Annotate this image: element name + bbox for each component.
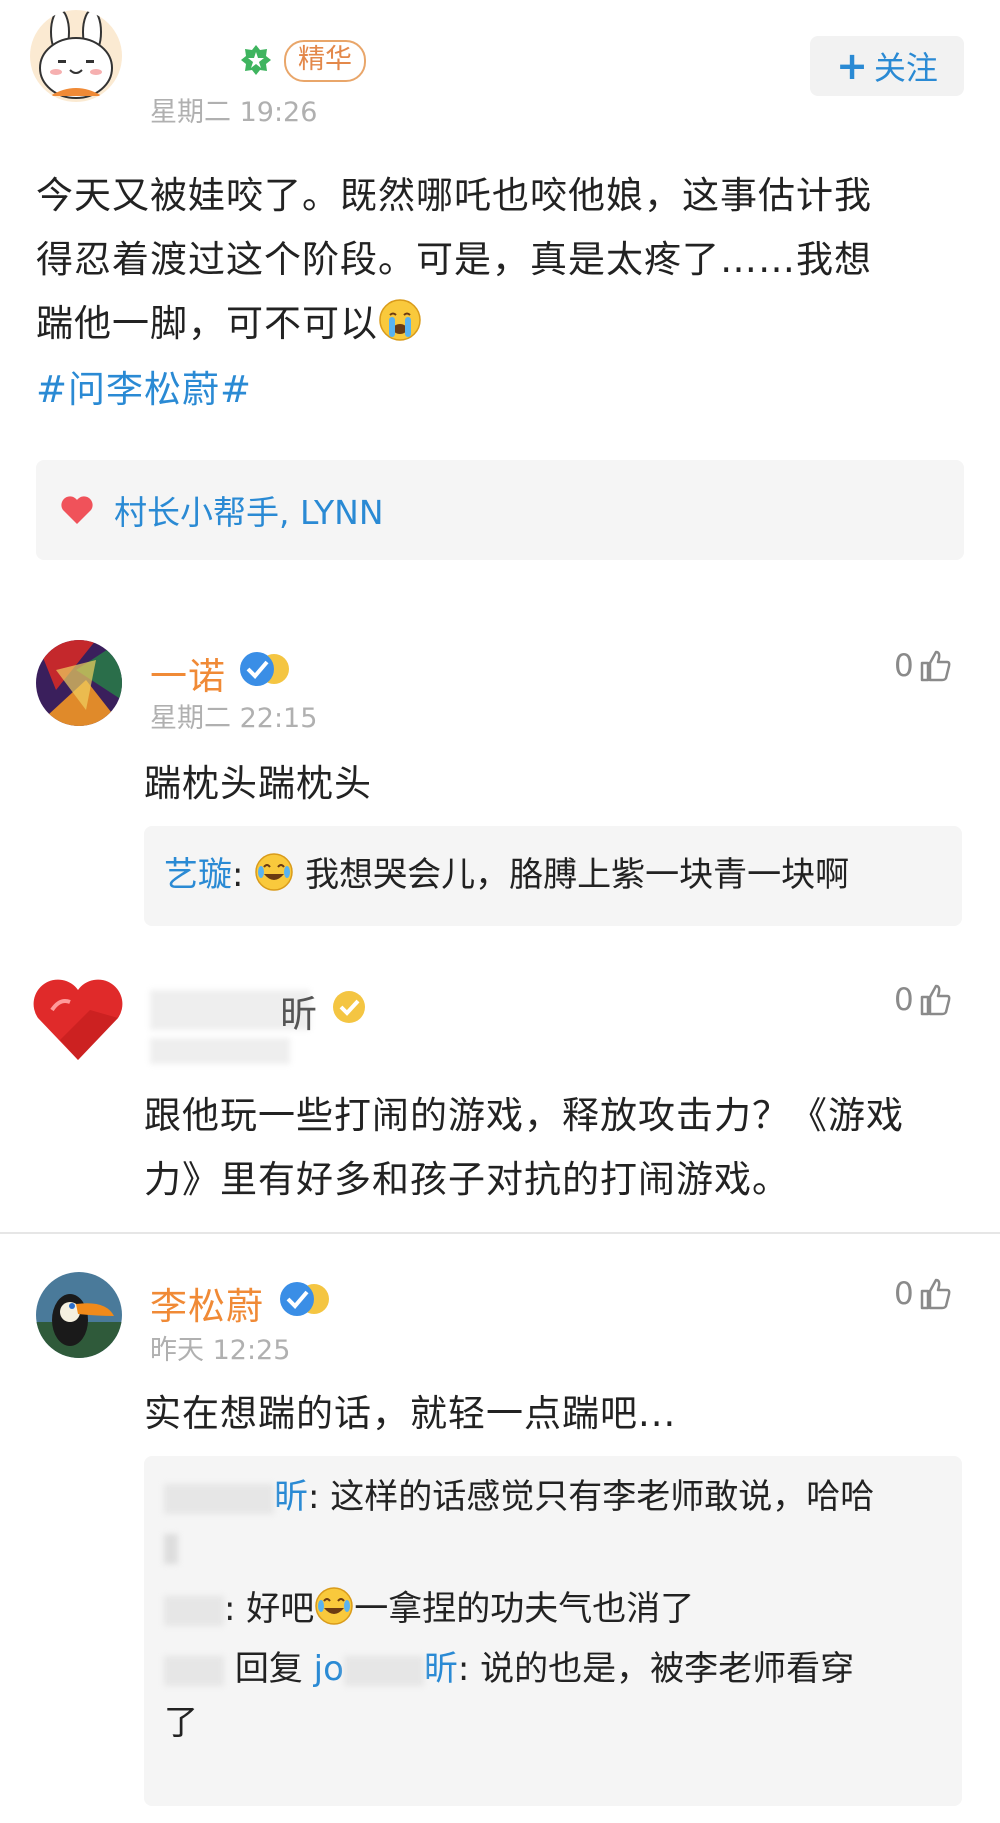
reply-author-blurred — [164, 1655, 224, 1686]
verified-badge-icon — [240, 652, 289, 686]
commenter-name[interactable]: 李松蔚 — [150, 1276, 264, 1330]
reply-text: 这样的话感觉只有李老师敢说，哈哈 — [330, 1477, 875, 1517]
follow-label: 关注 — [873, 49, 938, 87]
reply-target[interactable]: jo — [314, 1649, 344, 1689]
post-body: 今天又被娃咬了。既然哪吒也咬他娘，这事估计我 得忍着渡过这个阶段。可是，真是太疼… — [36, 164, 976, 422]
reply-separator: : — [457, 1649, 470, 1689]
laugh-cry-emoji-icon — [254, 852, 294, 910]
post-author-avatar[interactable] — [30, 10, 122, 102]
follow-button[interactable]: + 关注 — [810, 36, 964, 96]
comment-time: 昨天 12:25 — [150, 1335, 291, 1366]
comment-like-button[interactable]: 0 — [894, 1276, 952, 1312]
section-divider — [0, 1232, 1000, 1234]
comment-time: 星期二 22:15 — [150, 703, 318, 734]
crying-emoji-icon — [378, 298, 422, 362]
like-count: 0 — [894, 1276, 914, 1312]
reply-author-blurred — [164, 1483, 274, 1514]
thumbs-up-icon — [920, 1278, 951, 1310]
reply-overflow-blurred — [164, 1534, 178, 1564]
reply-target-blurred — [343, 1655, 424, 1686]
like-count: 0 — [894, 648, 914, 684]
reply-text: 一拿捏的功夫气也消了 — [354, 1589, 695, 1629]
post-line: 今天又被娃咬了。既然哪吒也咬他娘，这事估计我 — [36, 174, 872, 217]
thumbs-up-icon — [920, 650, 951, 682]
post-line: 得忍着渡过这个阶段。可是，真是太疼了……我想 — [36, 238, 872, 281]
commenter-name[interactable]: 昕 — [280, 984, 318, 1038]
plus-icon: + — [836, 44, 868, 88]
post-time: 星期二 19:26 — [150, 97, 318, 128]
comment-like-button[interactable]: 0 — [894, 982, 952, 1018]
verified-badge-icon — [280, 1282, 329, 1316]
bunny-avatar-icon — [30, 10, 122, 102]
laugh-cry-emoji-icon — [314, 1586, 354, 1644]
reply-text-continued: 了 — [164, 1703, 198, 1743]
reply-text: 我想哭会儿，胳膊上紫一块青一块啊 — [305, 855, 850, 895]
likes-bar: 村长小帮手, LYNN — [36, 460, 964, 560]
reply-text: 好吧 — [246, 1589, 315, 1629]
reply-box: 艺璇: 我想哭会儿，胳膊上紫一块青一块啊 — [144, 826, 962, 926]
toucan-avatar-icon — [36, 1272, 122, 1358]
commenter-avatar[interactable] — [36, 640, 122, 726]
verified-badge-icon — [333, 991, 365, 1023]
heart-icon — [61, 496, 93, 524]
post-hashtag[interactable]: #问李松蔚# — [36, 358, 976, 422]
comment-like-button[interactable]: 0 — [894, 648, 952, 684]
reply-item[interactable]: : 好吧 一拿捏的功夫气也消了 — [164, 1580, 694, 1644]
abstract-avatar-icon — [36, 640, 122, 726]
reply-separator: : — [308, 1477, 320, 1517]
comment-text: 实在想踹的话，就轻一点踹吧... — [144, 1392, 677, 1435]
comment-text: 踹枕头踹枕头 — [144, 762, 372, 805]
vip-badge-icon — [241, 45, 271, 75]
featured-tag: 精华 — [284, 40, 366, 82]
commenter-avatar[interactable] — [36, 1272, 122, 1358]
like-count: 0 — [894, 982, 914, 1018]
comment-line: 跟他玩一些打闹的游戏，释放攻击力？《游戏 — [144, 1094, 904, 1137]
comment-time-blurred — [150, 1038, 290, 1064]
thumbs-up-icon — [920, 984, 951, 1016]
reply-text: 说的也是，被李老师看穿 — [480, 1649, 855, 1689]
comment-line: 力》里有好多和孩子对抗的打闹游戏。 — [144, 1158, 790, 1201]
commenter-avatar[interactable] — [30, 970, 126, 1066]
comment-text: 跟他玩一些打闹的游戏，释放攻击力？《游戏 力》里有好多和孩子对抗的打闹游戏。 — [144, 1084, 904, 1212]
reply-item[interactable]: 昕: 这样的话感觉只有李老师敢说，哈哈 — [164, 1468, 874, 1526]
liked-by-names[interactable]: 村长小帮手, LYNN — [114, 486, 384, 534]
red-heart-avatar-icon — [30, 970, 126, 1066]
reply-action: 回复 — [234, 1649, 303, 1689]
reply-item[interactable]: 回复 jo 昕: 说的也是，被李老师看穿 — [164, 1640, 854, 1698]
reply-author-blurred — [164, 1595, 224, 1626]
post-line: 踹他一脚，可不可以 — [36, 302, 378, 345]
reply-target[interactable]: 昕 — [424, 1649, 458, 1689]
post-author-name[interactable] — [150, 36, 230, 76]
reply-item[interactable]: 艺璇: 我想哭会儿，胳膊上紫一块青一块啊 — [164, 846, 849, 910]
commenter-name[interactable]: 一诺 — [150, 646, 226, 700]
reply-author[interactable]: 艺璇 — [164, 855, 232, 895]
reply-box: 昕: 这样的话感觉只有李老师敢说，哈哈 : 好吧 一拿捏的功夫气也消了 回复 jo… — [144, 1456, 962, 1806]
reply-separator: : — [232, 855, 244, 895]
reply-separator: : — [224, 1589, 236, 1629]
reply-author[interactable]: 昕 — [274, 1477, 308, 1517]
